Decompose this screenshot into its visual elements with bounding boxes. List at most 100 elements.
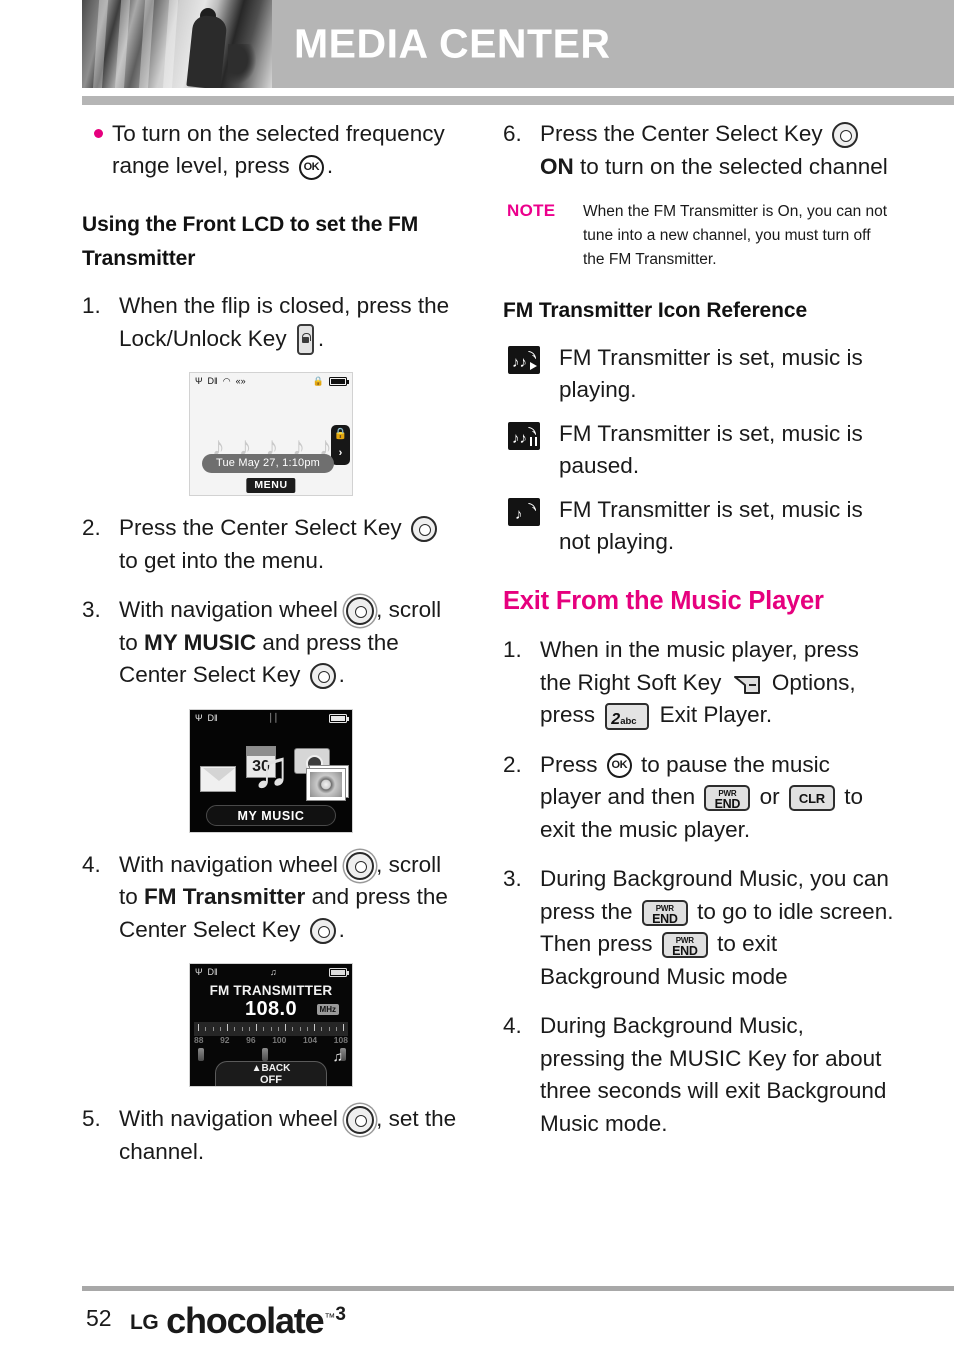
icon-reference-text: FM Transmitter is set, music is playing. — [559, 345, 863, 402]
status-bar: Ψ D‖ ⏐⏐ — [190, 710, 352, 727]
note-body: When the FM Transmitter is On, you can n… — [583, 203, 888, 268]
scale-label: 96 — [246, 1035, 256, 1046]
step-2: 2. Press the Center Select Key to get in… — [82, 512, 460, 577]
key-digit: 2 — [611, 710, 621, 728]
exit-step-1: 1. When in the music player, press the R… — [503, 634, 895, 732]
battery-icon — [329, 713, 350, 723]
message-icon — [200, 765, 236, 792]
center-select-key-icon — [410, 516, 437, 543]
header-photo — [82, 0, 272, 88]
fm-soft-keys: ▲BACK OFF — [215, 1061, 327, 1087]
brand-logo: LG chocolate ™ 3 — [130, 1303, 346, 1339]
lock-icon: 🔒 — [333, 428, 348, 441]
vibrate-icon: «» — [235, 376, 246, 387]
scale-label: 104 — [302, 1035, 318, 1046]
step-4-text-after: . — [338, 916, 345, 942]
digital-icon: D‖ — [207, 712, 218, 723]
step-4-number: 4. — [82, 851, 101, 877]
step-1-text-after: . — [317, 325, 325, 351]
signal-icon: Ψ — [195, 712, 203, 723]
phone-screenshot-my-music: Ψ D‖ ⏐⏐ 30 ♫ MY MUSIC — [189, 708, 353, 833]
fm-screen-title: FM TRANSMITTER — [209, 983, 333, 999]
pictures-icon — [306, 767, 346, 801]
header-divider — [82, 96, 954, 105]
menu-softkey: MENU — [246, 478, 296, 494]
pwr-end-key-icon: PWR END — [704, 785, 751, 812]
lock-indicator: 🔒 › — [331, 425, 350, 466]
icon-reference-row: ♪♪ FM Transmitter is set, music is pause… — [503, 418, 895, 482]
battery-icon — [329, 377, 349, 387]
step-6-number: 6. — [503, 121, 522, 146]
fm-music-icon: ♫ — [332, 1048, 344, 1065]
chevron-right-icon: › — [338, 447, 343, 460]
digital-icon: D‖ — [207, 967, 218, 978]
exit-step-2-text: Press — [540, 751, 598, 777]
signal-icon: Ψ — [195, 967, 203, 978]
battery-icon — [329, 968, 349, 978]
step-2-text-after: to get into the menu. — [119, 547, 325, 573]
exit-step-1-text-after: Exit Player. — [659, 702, 773, 727]
exit-section-heading: Exit From the Music Player — [503, 587, 824, 615]
phone-screenshot-fm-transmitter: Ψ D‖ ♫ FM TRANSMITTER 108.0 MHz 88 92 96… — [189, 963, 353, 1088]
exit-step-3-number: 3. — [503, 866, 522, 891]
fm-frequency-unit: MHz — [316, 1004, 339, 1016]
step-5: 5. With navigation wheel , set the chann… — [82, 1103, 460, 1168]
lock-status-icon: 🔒 — [312, 376, 324, 387]
icon-reference-heading: FM Transmitter Icon Reference — [503, 299, 808, 322]
lg-logo: LG — [130, 1311, 159, 1334]
step-2-number: 2. — [82, 515, 101, 541]
pwr-end-key-icon: PWR END — [641, 899, 688, 926]
step-2-text: Press the Center Select Key — [119, 515, 402, 541]
key-line-2: END — [714, 797, 741, 812]
step-1: 1. When the flip is closed, press the Lo… — [82, 290, 460, 356]
idle-clock: Tue May 27, 1:10pm — [202, 454, 334, 474]
step-3-text-after: . — [338, 662, 345, 688]
note-block: NOTE When the FM Transmitter is On, you … — [503, 200, 895, 272]
exit-step-4-number: 4. — [503, 1013, 522, 1038]
page-header: MEDIA CENTER — [82, 0, 954, 88]
key-2-abc-icon: 2abc — [605, 702, 650, 730]
bullet-item: To turn on the selected frequency range … — [82, 118, 460, 182]
step-3-number: 3. — [82, 597, 101, 623]
step-6-bold: ON — [540, 153, 574, 179]
status-bar: Ψ D‖ ◠ «» 🔒 — [190, 373, 352, 390]
navigation-wheel-icon — [346, 851, 375, 880]
center-select-key-icon — [831, 122, 858, 149]
key-line-2: END — [672, 944, 698, 959]
exit-step-2: 2. Press OK to pause the music player an… — [503, 749, 895, 847]
exit-step-1-number: 1. — [503, 637, 522, 662]
section-heading-front-lcd: Using the Front LCD to set the FM Transm… — [82, 213, 419, 270]
navigation-wheel-icon — [346, 597, 375, 626]
step-4: 4. With navigation wheel , scroll to FM … — [82, 849, 460, 947]
scale-label: 92 — [220, 1035, 230, 1046]
step-3-bold: MY MUSIC — [144, 629, 257, 655]
step-5-text: With navigation wheel — [119, 1106, 338, 1132]
navigation-wheel-icon — [346, 1106, 375, 1135]
my-music-label: MY MUSIC — [206, 804, 336, 826]
center-select-key-icon — [309, 663, 336, 690]
back-softkey: ▲BACK — [251, 1063, 291, 1075]
scale-label: 88 — [194, 1035, 204, 1046]
fm-music-stopped-icon: ♪ — [508, 498, 540, 526]
ok-key-icon: OK — [298, 154, 324, 180]
page-title: MEDIA CENTER — [294, 20, 611, 67]
pwr-end-key-icon: PWR END — [661, 932, 708, 959]
fm-music-paused-icon: ♪♪ — [508, 422, 540, 450]
trademark-symbol: ™ — [324, 1312, 336, 1324]
music-note-icon: ♫ — [270, 967, 277, 978]
music-note-icon: ♫ — [251, 740, 291, 799]
signal-icon: Ψ — [195, 376, 203, 387]
key-label: CLR — [798, 791, 825, 807]
off-softkey: OFF — [260, 1074, 282, 1087]
step-1-text: When the flip is closed, press the Lock/… — [119, 293, 450, 351]
footer-divider — [82, 1286, 954, 1291]
key-letters: abc — [620, 715, 637, 727]
manual-page: MEDIA CENTER To turn on the selected fre… — [0, 0, 954, 1372]
bullet-text: To turn on the selected frequency range … — [112, 121, 445, 178]
right-column: 6. Press the Center Select Key ON to tur… — [503, 118, 895, 1157]
clr-key-icon: CLR — [788, 785, 835, 812]
step-5-number: 5. — [82, 1106, 101, 1132]
scale-label: 108 — [333, 1035, 348, 1046]
fm-scale-labels: 88 92 96 100 104 108 — [194, 1035, 348, 1046]
note-label: NOTE — [507, 201, 556, 220]
